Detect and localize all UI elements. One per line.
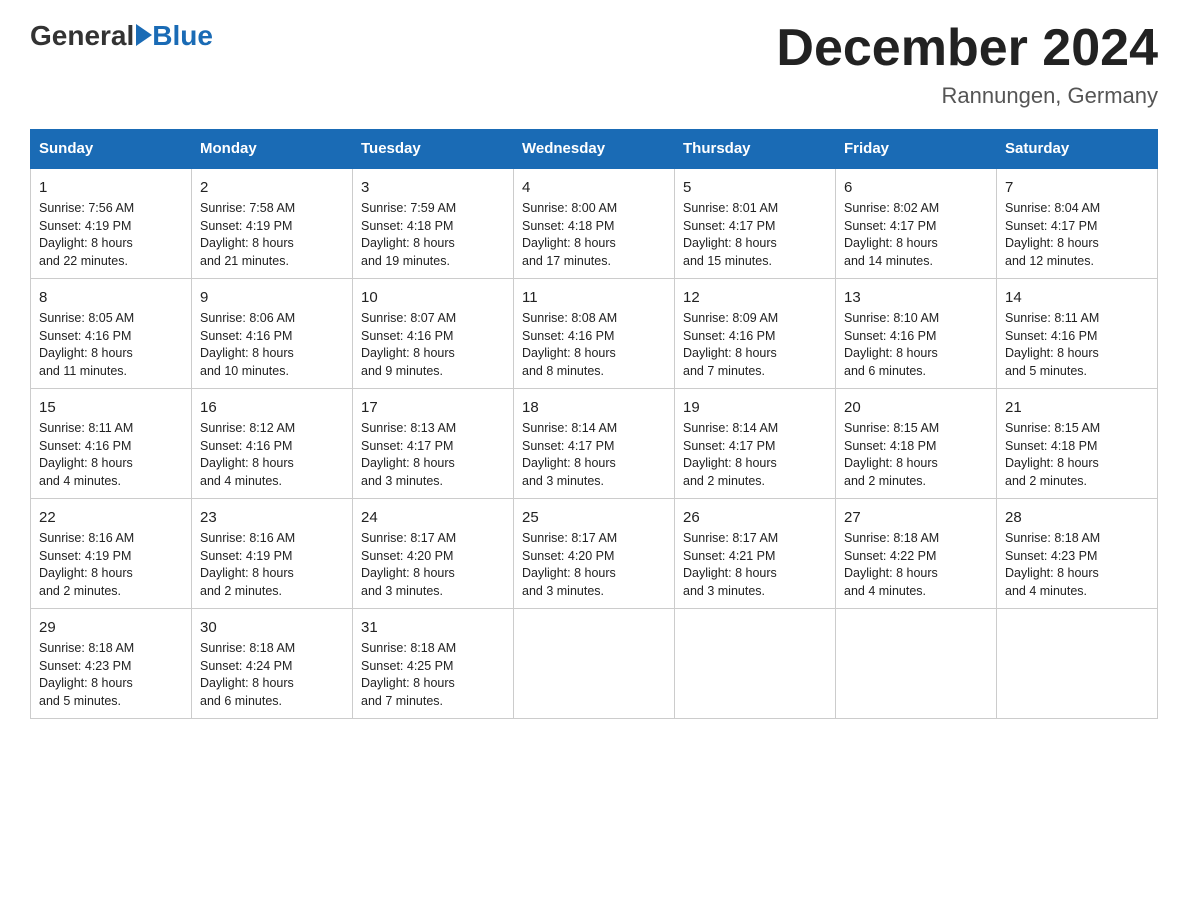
day-number: 31 — [361, 617, 505, 638]
column-header-thursday: Thursday — [675, 130, 836, 169]
day-number: 18 — [522, 397, 666, 418]
calendar-cell: 4Sunrise: 8:00 AMSunset: 4:18 PMDaylight… — [514, 168, 675, 279]
day-number: 25 — [522, 507, 666, 528]
logo-blue-text: Blue — [152, 20, 213, 52]
week-row-1: 1Sunrise: 7:56 AMSunset: 4:19 PMDaylight… — [31, 168, 1158, 279]
logo: General Blue — [30, 20, 213, 52]
column-header-monday: Monday — [192, 130, 353, 169]
calendar-cell: 5Sunrise: 8:01 AMSunset: 4:17 PMDaylight… — [675, 168, 836, 279]
calendar-cell: 26Sunrise: 8:17 AMSunset: 4:21 PMDayligh… — [675, 499, 836, 609]
calendar-cell: 16Sunrise: 8:12 AMSunset: 4:16 PMDayligh… — [192, 389, 353, 499]
day-number: 27 — [844, 507, 988, 528]
column-header-saturday: Saturday — [997, 130, 1158, 169]
calendar-cell: 3Sunrise: 7:59 AMSunset: 4:18 PMDaylight… — [353, 168, 514, 279]
column-header-tuesday: Tuesday — [353, 130, 514, 169]
day-number: 20 — [844, 397, 988, 418]
week-row-2: 8Sunrise: 8:05 AMSunset: 4:16 PMDaylight… — [31, 279, 1158, 389]
day-number: 12 — [683, 287, 827, 308]
calendar-cell — [514, 609, 675, 719]
day-number: 21 — [1005, 397, 1149, 418]
calendar-cell: 10Sunrise: 8:07 AMSunset: 4:16 PMDayligh… — [353, 279, 514, 389]
day-number: 16 — [200, 397, 344, 418]
column-header-friday: Friday — [836, 130, 997, 169]
calendar-cell: 8Sunrise: 8:05 AMSunset: 4:16 PMDaylight… — [31, 279, 192, 389]
calendar-cell: 1Sunrise: 7:56 AMSunset: 4:19 PMDaylight… — [31, 168, 192, 279]
calendar-cell: 22Sunrise: 8:16 AMSunset: 4:19 PMDayligh… — [31, 499, 192, 609]
day-number: 28 — [1005, 507, 1149, 528]
day-number: 14 — [1005, 287, 1149, 308]
calendar-cell: 21Sunrise: 8:15 AMSunset: 4:18 PMDayligh… — [997, 389, 1158, 499]
calendar-table: SundayMondayTuesdayWednesdayThursdayFrid… — [30, 129, 1158, 719]
calendar-cell: 13Sunrise: 8:10 AMSunset: 4:16 PMDayligh… — [836, 279, 997, 389]
day-number: 30 — [200, 617, 344, 638]
calendar-cell: 17Sunrise: 8:13 AMSunset: 4:17 PMDayligh… — [353, 389, 514, 499]
day-number: 26 — [683, 507, 827, 528]
day-number: 13 — [844, 287, 988, 308]
calendar-cell: 29Sunrise: 8:18 AMSunset: 4:23 PMDayligh… — [31, 609, 192, 719]
week-row-4: 22Sunrise: 8:16 AMSunset: 4:19 PMDayligh… — [31, 499, 1158, 609]
calendar-cell: 19Sunrise: 8:14 AMSunset: 4:17 PMDayligh… — [675, 389, 836, 499]
week-row-5: 29Sunrise: 8:18 AMSunset: 4:23 PMDayligh… — [31, 609, 1158, 719]
day-number: 22 — [39, 507, 183, 528]
day-number: 15 — [39, 397, 183, 418]
week-row-3: 15Sunrise: 8:11 AMSunset: 4:16 PMDayligh… — [31, 389, 1158, 499]
calendar-cell: 23Sunrise: 8:16 AMSunset: 4:19 PMDayligh… — [192, 499, 353, 609]
column-header-wednesday: Wednesday — [514, 130, 675, 169]
day-number: 4 — [522, 177, 666, 198]
day-number: 9 — [200, 287, 344, 308]
calendar-cell — [997, 609, 1158, 719]
calendar-cell: 27Sunrise: 8:18 AMSunset: 4:22 PMDayligh… — [836, 499, 997, 609]
day-number: 17 — [361, 397, 505, 418]
page-header: General Blue December 2024 Rannungen, Ge… — [30, 20, 1158, 109]
day-number: 2 — [200, 177, 344, 198]
day-number: 5 — [683, 177, 827, 198]
title-area: December 2024 Rannungen, Germany — [776, 20, 1158, 109]
calendar-cell: 30Sunrise: 8:18 AMSunset: 4:24 PMDayligh… — [192, 609, 353, 719]
day-number: 23 — [200, 507, 344, 528]
calendar-cell: 11Sunrise: 8:08 AMSunset: 4:16 PMDayligh… — [514, 279, 675, 389]
day-number: 1 — [39, 177, 183, 198]
day-number: 11 — [522, 287, 666, 308]
calendar-cell: 31Sunrise: 8:18 AMSunset: 4:25 PMDayligh… — [353, 609, 514, 719]
day-number: 19 — [683, 397, 827, 418]
calendar-cell: 14Sunrise: 8:11 AMSunset: 4:16 PMDayligh… — [997, 279, 1158, 389]
day-number: 3 — [361, 177, 505, 198]
calendar-cell: 28Sunrise: 8:18 AMSunset: 4:23 PMDayligh… — [997, 499, 1158, 609]
logo-general-text: General — [30, 20, 134, 52]
calendar-cell: 18Sunrise: 8:14 AMSunset: 4:17 PMDayligh… — [514, 389, 675, 499]
logo-arrow-icon — [136, 24, 152, 46]
calendar-subtitle: Rannungen, Germany — [776, 83, 1158, 109]
calendar-title: December 2024 — [776, 20, 1158, 77]
calendar-cell: 7Sunrise: 8:04 AMSunset: 4:17 PMDaylight… — [997, 168, 1158, 279]
day-number: 10 — [361, 287, 505, 308]
calendar-cell: 2Sunrise: 7:58 AMSunset: 4:19 PMDaylight… — [192, 168, 353, 279]
calendar-header-row: SundayMondayTuesdayWednesdayThursdayFrid… — [31, 130, 1158, 169]
column-header-sunday: Sunday — [31, 130, 192, 169]
calendar-cell: 12Sunrise: 8:09 AMSunset: 4:16 PMDayligh… — [675, 279, 836, 389]
calendar-cell: 9Sunrise: 8:06 AMSunset: 4:16 PMDaylight… — [192, 279, 353, 389]
calendar-cell: 24Sunrise: 8:17 AMSunset: 4:20 PMDayligh… — [353, 499, 514, 609]
day-number: 8 — [39, 287, 183, 308]
calendar-cell: 6Sunrise: 8:02 AMSunset: 4:17 PMDaylight… — [836, 168, 997, 279]
day-number: 6 — [844, 177, 988, 198]
calendar-cell: 20Sunrise: 8:15 AMSunset: 4:18 PMDayligh… — [836, 389, 997, 499]
calendar-cell — [675, 609, 836, 719]
calendar-cell: 15Sunrise: 8:11 AMSunset: 4:16 PMDayligh… — [31, 389, 192, 499]
day-number: 7 — [1005, 177, 1149, 198]
day-number: 29 — [39, 617, 183, 638]
day-number: 24 — [361, 507, 505, 528]
calendar-cell: 25Sunrise: 8:17 AMSunset: 4:20 PMDayligh… — [514, 499, 675, 609]
calendar-cell — [836, 609, 997, 719]
